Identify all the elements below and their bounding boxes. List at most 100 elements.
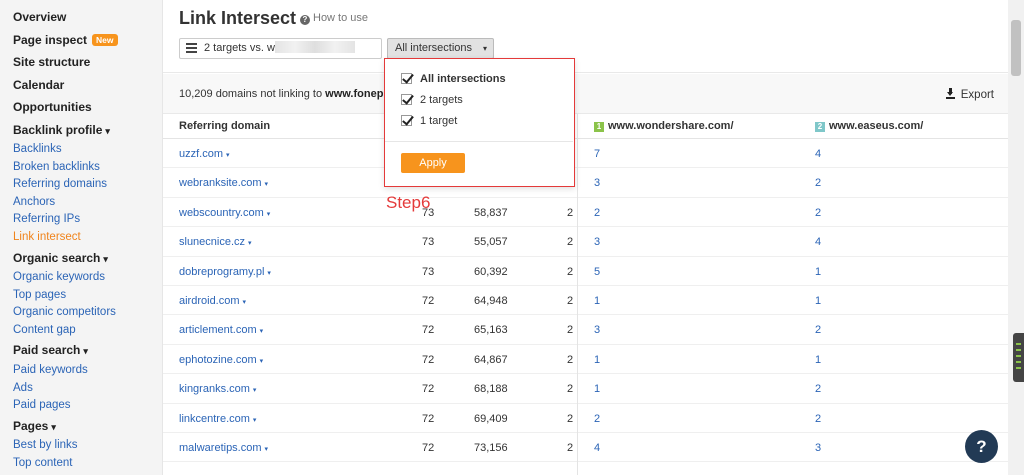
how-to-use-link[interactable]: ? How to use bbox=[300, 12, 368, 25]
referring-domain-link[interactable]: kingranks.com ▾ bbox=[179, 383, 256, 395]
target-2-links[interactable]: 4 bbox=[815, 148, 821, 160]
target-1-links[interactable]: 1 bbox=[594, 354, 600, 366]
blurred-target bbox=[274, 41, 355, 53]
chevron-down-icon[interactable]: ▾ bbox=[226, 152, 230, 159]
referring-domain-text: linkcentre.com bbox=[179, 412, 250, 425]
sidebar-backlink-profile[interactable]: Backlink profile ▾ bbox=[0, 119, 162, 142]
sidebar-item-referring-ips[interactable]: Referring IPs bbox=[0, 211, 162, 229]
target-1-links[interactable]: 2 bbox=[594, 207, 600, 219]
checkbox-checked-icon[interactable] bbox=[401, 94, 412, 105]
main-content: Link Intersect ? How to use 2 targets vs.… bbox=[163, 0, 1008, 475]
sidebar-organic-search[interactable]: Organic search ▾ bbox=[0, 247, 162, 270]
column-divider bbox=[577, 114, 578, 475]
results-summary: 10,209 domains not linking to www.fonep bbox=[179, 88, 383, 100]
referring-domain-link[interactable]: linkcentre.com ▾ bbox=[179, 413, 256, 425]
target-1-links[interactable]: 3 bbox=[594, 177, 600, 189]
chevron-down-icon[interactable]: ▾ bbox=[243, 299, 247, 306]
target-1-links[interactable]: 2 bbox=[594, 413, 600, 425]
page-title: Link Intersect bbox=[179, 8, 297, 28]
referring-domain-link[interactable]: dobreprogramy.pl ▾ bbox=[179, 266, 271, 278]
checkbox-checked-icon[interactable] bbox=[401, 73, 412, 84]
scrollbar-thumb[interactable] bbox=[1011, 20, 1021, 76]
target-1-links[interactable]: 4 bbox=[594, 442, 600, 454]
target-2-links[interactable]: 3 bbox=[815, 442, 821, 454]
backlinks-count: 58,837 bbox=[474, 206, 508, 219]
sidebar-item-anchors[interactable]: Anchors bbox=[0, 194, 162, 212]
sidebar-item-link-intersect[interactable]: Link intersect bbox=[0, 229, 162, 247]
targets-selector-button[interactable]: 2 targets vs. w bbox=[179, 38, 382, 59]
sidebar-page-inspect[interactable]: Page inspect New bbox=[0, 29, 162, 52]
chevron-down-icon[interactable]: ▾ bbox=[253, 387, 257, 394]
option-all-intersections[interactable]: All intersections bbox=[401, 73, 506, 85]
table-row: kingranks.com ▾ 72 68,188 2 1 2 bbox=[163, 374, 1008, 404]
sidebar-opportunities[interactable]: Opportunities bbox=[0, 96, 162, 119]
target-1-links[interactable]: 1 bbox=[594, 383, 600, 395]
chevron-down-icon[interactable]: ▾ bbox=[248, 240, 252, 247]
scrollbar[interactable] bbox=[1008, 0, 1024, 475]
apply-button[interactable]: Apply bbox=[401, 153, 465, 173]
help-button[interactable]: ? bbox=[965, 430, 998, 463]
option-1-target[interactable]: 1 target bbox=[401, 115, 457, 127]
sidebar-item-organic-keywords[interactable]: Organic keywords bbox=[0, 269, 162, 287]
referring-domain-text: uzzf.com bbox=[179, 148, 224, 160]
col-referring-domain[interactable]: Referring domain bbox=[179, 120, 270, 132]
referring-domain-link[interactable]: malwaretips.com ▾ bbox=[179, 442, 268, 454]
sidebar-site-structure[interactable]: Site structure bbox=[0, 51, 162, 74]
referring-domain-link[interactable]: articlement.com ▾ bbox=[179, 324, 263, 336]
chevron-down-icon[interactable]: ▾ bbox=[265, 446, 269, 453]
sidebar-calendar[interactable]: Calendar bbox=[0, 74, 162, 97]
sidebar-item-content-gap[interactable]: Content gap bbox=[0, 322, 162, 340]
sidebar-item-top-content[interactable]: Top content bbox=[0, 455, 162, 473]
sidebar-item-top-pages[interactable]: Top pages bbox=[0, 287, 162, 305]
chevron-down-icon[interactable]: ▾ bbox=[253, 417, 257, 424]
sidebar-item-referring-domains[interactable]: Referring domains bbox=[0, 176, 162, 194]
sidebar-item-organic-competitors[interactable]: Organic competitors bbox=[0, 304, 162, 322]
targets-selector-label: 2 targets vs. w bbox=[204, 42, 275, 54]
referring-domain-link[interactable]: slunecnice.cz ▾ bbox=[179, 236, 252, 248]
target-1-links[interactable]: 1 bbox=[594, 295, 600, 307]
chevron-down-icon[interactable]: ▾ bbox=[267, 270, 271, 277]
target-1-links[interactable]: 3 bbox=[594, 236, 600, 248]
how-to-use-label: How to use bbox=[313, 12, 369, 24]
referring-domain-link[interactable]: ephotozine.com ▾ bbox=[179, 354, 263, 366]
referring-domain-link[interactable]: webscountry.com ▾ bbox=[179, 207, 270, 219]
chevron-down-icon[interactable]: ▾ bbox=[267, 211, 271, 218]
sidebar-item-backlinks[interactable]: Backlinks bbox=[0, 141, 162, 159]
target-2-links[interactable]: 4 bbox=[815, 236, 821, 248]
sidebar-pages[interactable]: Pages ▾ bbox=[0, 415, 162, 438]
chevron-down-icon[interactable]: ▾ bbox=[265, 181, 269, 188]
target-2-links[interactable]: 2 bbox=[815, 324, 821, 336]
option-2-targets[interactable]: 2 targets bbox=[401, 94, 463, 106]
sidebar-overview[interactable]: Overview bbox=[0, 6, 162, 29]
col-target-1[interactable]: 1 www.wondershare.com/ bbox=[594, 120, 734, 132]
sidebar-item-best-by-links[interactable]: Best by links bbox=[0, 437, 162, 455]
target-2-links[interactable]: 2 bbox=[815, 207, 821, 219]
intersections-dropdown[interactable]: All intersections ▾ bbox=[387, 38, 494, 59]
target-1-links[interactable]: 3 bbox=[594, 324, 600, 336]
target-1-links[interactable]: 7 bbox=[594, 148, 600, 160]
target-2-links[interactable]: 1 bbox=[815, 266, 821, 278]
target-2-links[interactable]: 2 bbox=[815, 413, 821, 425]
target-2-links[interactable]: 2 bbox=[815, 383, 821, 395]
chevron-down-icon[interactable]: ▾ bbox=[260, 358, 264, 365]
target-2-links[interactable]: 1 bbox=[815, 354, 821, 366]
target-2-links[interactable]: 1 bbox=[815, 295, 821, 307]
referring-domain-link[interactable]: uzzf.com ▾ bbox=[179, 148, 230, 160]
side-widget-tab[interactable] bbox=[1013, 333, 1024, 382]
sidebar-item-paid-pages[interactable]: Paid pages bbox=[0, 397, 162, 415]
sidebar-item-paid-keywords[interactable]: Paid keywords bbox=[0, 362, 162, 380]
referring-domain-text: ephotozine.com bbox=[179, 353, 257, 366]
referring-domain-link[interactable]: airdroid.com ▾ bbox=[179, 295, 246, 307]
sidebar-paid-search[interactable]: Paid search ▾ bbox=[0, 339, 162, 362]
target-1-links[interactable]: 5 bbox=[594, 266, 600, 278]
col-target-2[interactable]: 2 www.easeus.com/ bbox=[815, 120, 923, 132]
sidebar-item-broken-backlinks[interactable]: Broken backlinks bbox=[0, 159, 162, 177]
target-2-links[interactable]: 2 bbox=[815, 177, 821, 189]
checkbox-checked-icon[interactable] bbox=[401, 115, 412, 126]
intersect-count: 2 bbox=[567, 441, 574, 454]
sidebar-item-ads[interactable]: Ads bbox=[0, 380, 162, 398]
referring-domain-link[interactable]: webranksite.com ▾ bbox=[179, 177, 268, 189]
export-button[interactable]: Export bbox=[945, 88, 994, 101]
domain-rating: 72 bbox=[422, 412, 435, 425]
chevron-down-icon[interactable]: ▾ bbox=[260, 328, 264, 335]
